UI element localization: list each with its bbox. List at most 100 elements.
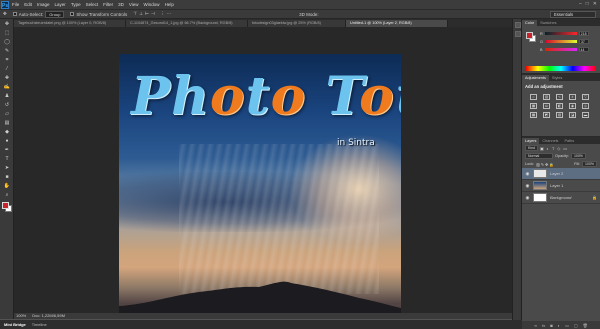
zoom-icon[interactable]: ⌕ <box>3 191 11 199</box>
doc-tab-4[interactable]: Untitled-1 @ 100% (Layer 2, RGB/8) <box>346 20 448 27</box>
brush-icon[interactable]: ✍ <box>3 83 11 91</box>
link-icon[interactable]: ∞ <box>534 323 537 328</box>
show-transform-option[interactable]: Show Transform Controls <box>70 12 127 17</box>
slider-r-value[interactable]: 218 <box>578 31 589 36</box>
menu-window[interactable]: Window <box>144 2 160 7</box>
filter-icons[interactable]: ▣ ◐ T ◇ ▭ <box>540 146 568 151</box>
menu-type[interactable]: Type <box>71 2 81 7</box>
layer-name[interactable]: Layer 1 <box>550 183 563 188</box>
lookup-icon[interactable]: ▦ <box>530 112 537 118</box>
blend-mode-dropdown[interactable]: Normal <box>525 153 553 159</box>
gradient-map-icon[interactable]: ▬ <box>582 112 589 118</box>
panel-foreground-swatch[interactable] <box>526 32 533 39</box>
opacity-input[interactable]: 100% <box>570 153 586 159</box>
eye-icon[interactable]: ◉ <box>525 171 530 177</box>
brightness-icon[interactable]: ☼ <box>530 94 537 100</box>
menu-image[interactable]: Image <box>37 2 50 7</box>
align-icons[interactable]: ⊤⊥⊢⊣ ⋮⋯ <box>133 11 173 17</box>
adjustment-layer-icon[interactable]: ◐ <box>558 323 560 328</box>
type-icon[interactable]: T <box>3 155 11 163</box>
quick-select-icon[interactable]: ✎ <box>3 47 11 55</box>
dodge-icon[interactable]: ● <box>3 137 11 145</box>
canvas-area[interactable]: Photo Tour in Sintra <box>14 27 512 319</box>
properties-icon[interactable] <box>515 31 521 37</box>
layer-kind-filter[interactable]: Kind <box>525 145 539 151</box>
clone-stamp-icon[interactable]: ♟ <box>3 92 11 100</box>
new-layer-icon[interactable]: ▢ <box>574 323 578 328</box>
move-icon[interactable]: ✥ <box>3 20 11 28</box>
zoom-level[interactable]: 100% <box>16 313 26 319</box>
tab-mini-bridge[interactable]: Mini Bridge <box>4 322 26 327</box>
fx-icon[interactable]: fx <box>542 323 545 328</box>
invert-icon[interactable]: ◩ <box>543 112 550 118</box>
folder-icon[interactable]: ▭ <box>565 323 569 328</box>
slider-g-value[interactable]: 37 <box>578 39 589 44</box>
threshold-icon[interactable]: ◪ <box>569 112 576 118</box>
foreground-color-swatch[interactable] <box>2 202 9 209</box>
auto-select-option[interactable]: Auto-Select: Group <box>12 10 65 18</box>
doc-tab-1[interactable]: Tagebuchsteuerdatei.png @ 100% (Layer 0,… <box>14 20 126 27</box>
slider-b-value[interactable]: 44 <box>578 47 589 52</box>
menu-edit[interactable]: Edit <box>24 2 32 7</box>
tab-timeline[interactable]: Timeline <box>32 322 47 327</box>
eye-icon[interactable]: ◉ <box>525 183 530 189</box>
lock-icons[interactable]: ▨ ✎ ✥ 🔒 <box>536 162 554 167</box>
slider-g[interactable]: G 37 <box>540 39 596 44</box>
doc-tab-2[interactable]: C-1104874_Gesund14_1.jpg @ 66.7% (Backgr… <box>126 20 248 27</box>
eye-icon[interactable]: ◉ <box>525 195 530 201</box>
trash-icon[interactable]: 🗑 <box>583 323 588 328</box>
layer-row-layer-1[interactable]: ◉ Layer 1 <box>522 180 600 192</box>
hue-icon[interactable]: ▦ <box>530 103 537 109</box>
menu-help[interactable]: Help <box>165 2 174 7</box>
channel-mixer-icon[interactable]: ◎ <box>582 103 589 109</box>
auto-select-checkbox[interactable] <box>12 12 17 16</box>
gradient-icon[interactable]: ▤ <box>3 119 11 127</box>
auto-select-dropdown[interactable]: Group <box>45 10 65 18</box>
path-select-icon[interactable]: ➤ <box>3 164 11 172</box>
pen-icon[interactable]: ✒ <box>3 146 11 154</box>
move-tool-icon[interactable]: ✥ <box>3 11 7 17</box>
color-balance-icon[interactable]: ⚖ <box>543 103 550 109</box>
maximize-icon[interactable]: □ <box>586 1 589 7</box>
slider-r[interactable]: R 218 <box>540 31 596 36</box>
blur-icon[interactable]: ◆ <box>3 128 11 136</box>
eraser-icon[interactable]: ▱ <box>3 110 11 118</box>
document-canvas[interactable]: Photo Tour in Sintra <box>119 54 401 314</box>
history-brush-icon[interactable]: ↺ <box>3 101 11 109</box>
layer-row-layer-2[interactable]: ◉ Layer 2 <box>522 168 600 180</box>
doc-tab-3[interactable]: fotodesign03glaekiw.jpg @ 25% (RGB/8) <box>248 20 346 27</box>
workspace-dropdown[interactable]: Essentials <box>550 11 596 18</box>
slider-r-track[interactable] <box>544 32 577 35</box>
menu-view[interactable]: View <box>129 2 139 7</box>
shape-icon[interactable]: ■ <box>3 173 11 181</box>
layer-name[interactable]: Background <box>550 195 571 200</box>
menu-layer[interactable]: Layer <box>55 2 66 7</box>
levels-icon[interactable]: ▥ <box>543 94 550 100</box>
menu-select[interactable]: Select <box>86 2 99 7</box>
layer-name[interactable]: Layer 2 <box>550 171 563 176</box>
photo-filter-icon[interactable]: ◉ <box>569 103 576 109</box>
hand-icon[interactable]: ✋ <box>3 182 11 190</box>
history-icon[interactable] <box>515 22 521 28</box>
exposure-icon[interactable]: ± <box>569 94 576 100</box>
menu-3d[interactable]: 3D <box>118 2 124 7</box>
eyedropper-icon[interactable]: ⁄ <box>3 65 11 73</box>
healing-icon[interactable]: ✚ <box>3 74 11 82</box>
show-transform-checkbox[interactable] <box>70 12 75 16</box>
vibrance-icon[interactable]: ▽ <box>582 94 589 100</box>
slider-b-track[interactable] <box>544 48 577 51</box>
mask-icon[interactable]: ◙ <box>550 323 552 328</box>
minimize-icon[interactable]: – <box>579 1 582 7</box>
menu-file[interactable]: File <box>12 2 19 7</box>
crop-icon[interactable]: ⌗ <box>3 56 11 64</box>
menu-filter[interactable]: Filter <box>103 2 113 7</box>
bw-icon[interactable]: ◧ <box>556 103 563 109</box>
layer-row-background[interactable]: ◉ Background 🔒 <box>522 192 600 204</box>
lasso-icon[interactable]: ◯ <box>3 38 11 46</box>
marquee-icon[interactable]: ⬚ <box>3 29 11 37</box>
close-icon[interactable]: ✕ <box>593 1 597 7</box>
fill-input[interactable]: 100% <box>582 161 597 167</box>
curves-icon[interactable]: ∿ <box>556 94 563 100</box>
slider-g-track[interactable] <box>544 40 577 43</box>
posterize-icon[interactable]: ▨ <box>556 112 563 118</box>
